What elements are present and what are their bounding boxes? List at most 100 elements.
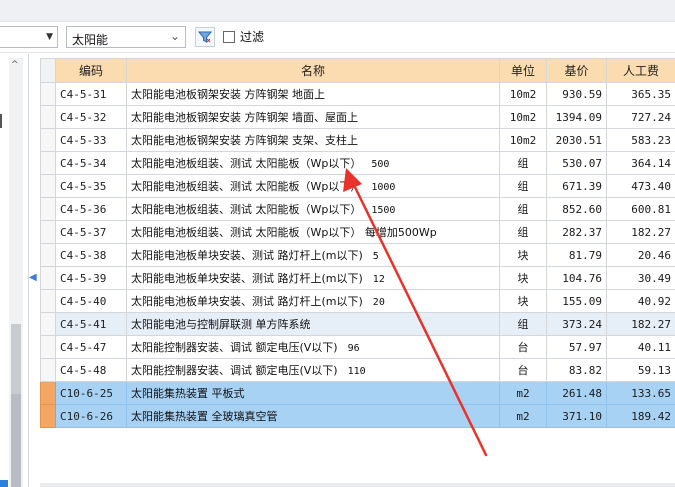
row-marker-cell: [40, 266, 56, 290]
table-row[interactable]: C4-5-33 太阳能电池板钢架安装 方阵钢架 支架、支柱上 10m2 2030.51…: [40, 128, 675, 152]
row-marker-cell: [40, 335, 56, 359]
base-price-cell: 373.24: [546, 312, 607, 336]
scroll-up-icon[interactable]: ^: [11, 60, 19, 70]
name-text: 太阳能电池板钢架安装 方阵钢架 地面上: [131, 88, 325, 101]
table-row[interactable]: C4-5-36 太阳能电池板组装、测试 太阳能板（Wp以下） 1500 组 852.60…: [40, 197, 675, 221]
base-price-cell: 930.59: [546, 82, 607, 106]
code-cell: C4-5-41: [55, 312, 127, 336]
name-parameter: 1500: [371, 205, 396, 216]
code-cell: C4-5-35: [55, 174, 127, 198]
unit-cell: m2: [499, 381, 547, 405]
category-combo[interactable]: 太阳能 ⌄: [66, 26, 186, 48]
code-cell: C10-6-26: [55, 404, 127, 428]
left-dropdown[interactable]: ▼: [0, 26, 58, 48]
name-parameter: 12: [372, 274, 385, 285]
name-cell: 太阳能电池板组装、测试 太阳能板（Wp以下） 500: [126, 151, 500, 175]
labor-cell: 583.23: [606, 128, 675, 152]
name-cell: 太阳能电池板钢架安装 方阵钢架 支架、支柱上: [126, 128, 500, 152]
name-cell: 太阳能电池板组装、测试 太阳能板（Wp以下） 每增加500Wp: [126, 220, 500, 244]
name-text: 太阳能电池板组装、测试 太阳能板（Wp以下）: [131, 157, 362, 170]
name-cell: 太阳能集热装置 平板式: [126, 381, 500, 405]
name-text: 太阳能电池与控制屏联测 单方阵系统: [131, 318, 311, 331]
base-price-cell: 1394.09: [546, 105, 607, 129]
table-row[interactable]: C10-6-25 太阳能集热装置 平板式 m2 261.48 133.65: [40, 381, 675, 405]
base-price-cell: 104.76: [546, 266, 607, 290]
labor-cell: 182.27: [606, 312, 675, 336]
table-row[interactable]: C4-5-32 太阳能电池板钢架安装 方阵钢架 墙面、屋面上 10m2 1394.09…: [40, 105, 675, 129]
code-cell: C4-5-38: [55, 243, 127, 267]
unit-cell: 10m2: [499, 82, 547, 106]
name-cell: 太阳能控制器安装、调试 额定电压(V以下) 110: [126, 358, 500, 382]
base-price-cell: 155.09: [546, 289, 607, 313]
labor-cell: 189.42: [606, 404, 675, 428]
quota-grid: 编码 名称 单位 基价 人工费 C4-5-31 太阳能电池板钢架安装 方阵钢架 地…: [40, 58, 675, 487]
table-row[interactable]: C10-6-26 太阳能集热装置 全玻璃真空管 m2 371.10 189.42: [40, 404, 675, 428]
left-scrollbar-thumb[interactable]: [11, 324, 21, 394]
unit-cell: 组: [499, 220, 547, 244]
labor-cell: 20.46: [606, 243, 675, 267]
name-text: 太阳能电池板钢架安装 方阵钢架 支架、支柱上: [131, 134, 358, 147]
header-code[interactable]: 编码: [55, 58, 127, 83]
header-unit[interactable]: 单位: [499, 58, 547, 83]
unit-cell: 台: [499, 358, 547, 382]
header-labor[interactable]: 人工费: [606, 58, 675, 83]
funnel-icon: [198, 31, 212, 43]
table-row[interactable]: C4-5-35 太阳能电池板组装、测试 太阳能板（Wp以下） 1000 组 671.39…: [40, 174, 675, 198]
name-cell: 太阳能电池板单块安装、测试 路灯杆上(m以下) 20: [126, 289, 500, 313]
header-marker-cell: [40, 58, 56, 83]
table-row[interactable]: C4-5-34 太阳能电池板组装、测试 太阳能板（Wp以下） 500 组 530.07 3…: [40, 151, 675, 175]
row-marker-cell: [40, 174, 56, 198]
code-cell: C4-5-48: [55, 358, 127, 382]
code-cell: C4-5-40: [55, 289, 127, 313]
table-row[interactable]: C4-5-37 太阳能电池板组装、测试 太阳能板（Wp以下） 每增加500Wp 组 2…: [40, 220, 675, 244]
table-row[interactable]: C4-5-39 太阳能电池板单块安装、测试 路灯杆上(m以下) 12 块 104.76 3…: [40, 266, 675, 290]
labor-cell: 365.35: [606, 82, 675, 106]
base-price-cell: 530.07: [546, 151, 607, 175]
base-price-cell: 81.79: [546, 243, 607, 267]
grid-bottom-scrollbar[interactable]: [40, 483, 675, 487]
code-cell: C4-5-32: [55, 105, 127, 129]
filter-checkbox[interactable]: [223, 31, 235, 43]
chevron-down-icon: ⌄: [169, 29, 180, 43]
row-marker-cell: [40, 404, 56, 428]
name-parameter: 110: [347, 366, 366, 377]
caret-down-icon: ▼: [46, 32, 53, 42]
name-text: 太阳能控制器安装、调试 额定电压(V以下): [131, 341, 338, 354]
tree-line: [0, 114, 4, 128]
unit-cell: 台: [499, 335, 547, 359]
name-text: 太阳能电池板钢架安装 方阵钢架 墙面、屋面上: [131, 111, 358, 124]
name-parameter: 5: [372, 251, 379, 262]
code-cell: C4-5-33: [55, 128, 127, 152]
labor-cell: 727.24: [606, 105, 675, 129]
unit-cell: 组: [499, 312, 547, 336]
code-cell: C4-5-39: [55, 266, 127, 290]
unit-cell: m2: [499, 404, 547, 428]
filter-button[interactable]: [195, 27, 215, 47]
base-price-cell: 282.37: [546, 220, 607, 244]
table-row[interactable]: C4-5-48 太阳能控制器安装、调试 额定电压(V以下) 110 台 83.82 59.…: [40, 358, 675, 382]
collapse-left-icon[interactable]: ◀: [29, 272, 37, 283]
header-base-price[interactable]: 基价: [546, 58, 607, 83]
table-row[interactable]: C4-5-38 太阳能电池板单块安装、测试 路灯杆上(m以下) 5 块 81.79 20.…: [40, 243, 675, 267]
status-indicator: [0, 480, 8, 487]
labor-cell: 40.92: [606, 289, 675, 313]
row-marker-cell: [40, 82, 56, 106]
name-cell: 太阳能电池与控制屏联测 单方阵系统: [126, 312, 500, 336]
labor-cell: 364.14: [606, 151, 675, 175]
left-tree-panel: ^: [0, 54, 29, 487]
row-marker-cell: [40, 128, 56, 152]
name-cell: 太阳能电池板单块安装、测试 路灯杆上(m以下) 5: [126, 243, 500, 267]
table-row[interactable]: C4-5-47 太阳能控制器安装、调试 额定电压(V以下) 96 台 57.97 40.1…: [40, 335, 675, 359]
table-row[interactable]: C4-5-31 太阳能电池板钢架安装 方阵钢架 地面上 10m2 930.59 365.…: [40, 82, 675, 106]
table-row[interactable]: C4-5-40 太阳能电池板单块安装、测试 路灯杆上(m以下) 20 块 155.09 4…: [40, 289, 675, 313]
header-name[interactable]: 名称: [126, 58, 500, 83]
labor-cell: 40.11: [606, 335, 675, 359]
name-text: 太阳能电池板单块安装、测试 路灯杆上(m以下): [131, 249, 363, 262]
name-cell: 太阳能电池板钢架安装 方阵钢架 地面上: [126, 82, 500, 106]
labor-cell: 59.13: [606, 358, 675, 382]
labor-cell: 30.49: [606, 266, 675, 290]
code-cell: C4-5-31: [55, 82, 127, 106]
unit-cell: 10m2: [499, 105, 547, 129]
table-row[interactable]: C4-5-41 太阳能电池与控制屏联测 单方阵系统 组 373.24 182.27: [40, 312, 675, 336]
name-text: 太阳能集热装置 全玻璃真空管: [131, 410, 278, 423]
